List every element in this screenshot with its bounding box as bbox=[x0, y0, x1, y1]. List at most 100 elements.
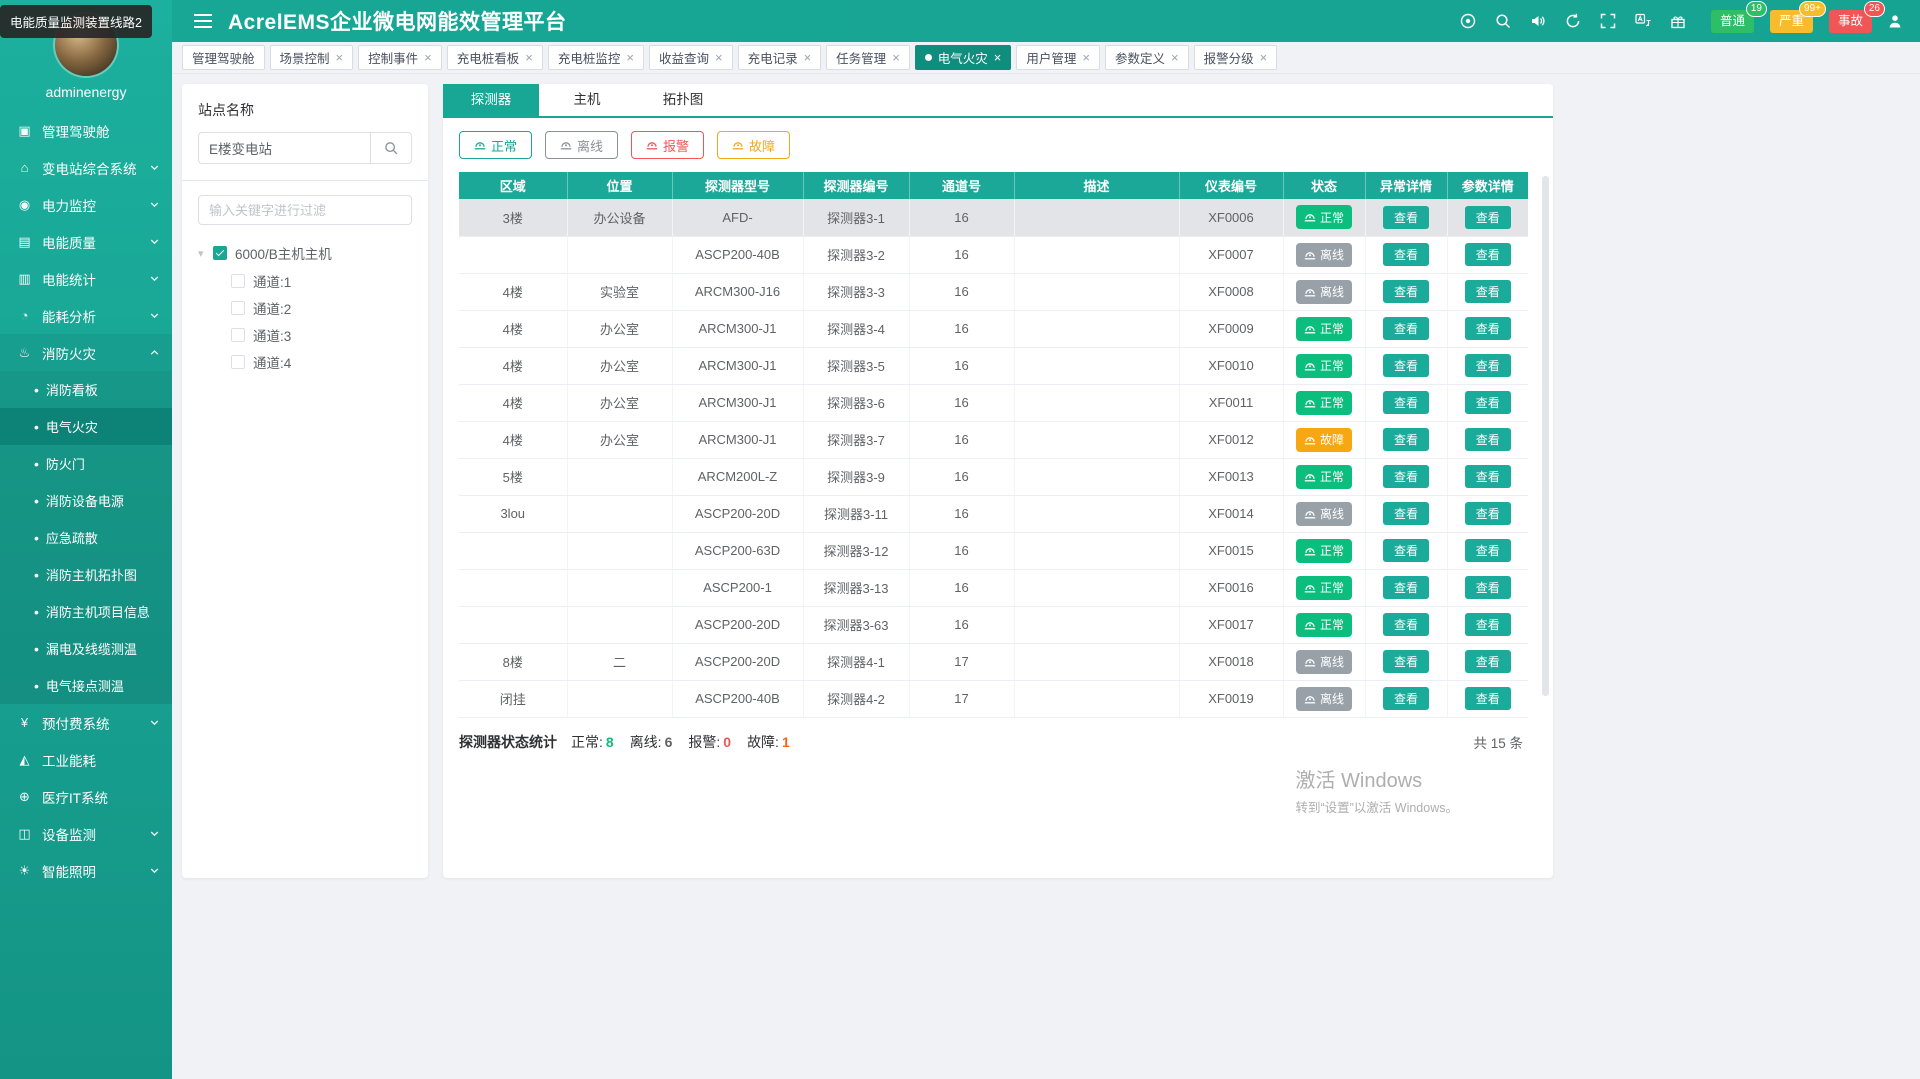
table-row[interactable]: 8楼二 ASCP200-20D 探测器4-1 17 XF0018 离线 查看 查看 bbox=[459, 643, 1528, 681]
param-view-button[interactable]: 查看 bbox=[1464, 391, 1511, 414]
sidebar-item-power-monitor[interactable]: ◉ 电力监控 bbox=[0, 186, 172, 223]
checkbox-unchecked[interactable] bbox=[231, 273, 245, 288]
close-icon[interactable]: × bbox=[804, 51, 812, 64]
sidebar-item-energy-analysis[interactable]: ◔ 能耗分析 bbox=[0, 297, 172, 334]
tab-alarm-grading[interactable]: 报警分级 × bbox=[1193, 45, 1278, 70]
alarm-badge-normal[interactable]: 普通 19 bbox=[1710, 0, 1767, 33]
filter-alarm-button[interactable]: 报警 bbox=[631, 131, 705, 159]
tab-scene-control[interactable]: 场景控制 × bbox=[269, 45, 354, 70]
param-view-button[interactable]: 查看 bbox=[1464, 354, 1511, 377]
tab-dashboard[interactable]: 管理驾驶舱 bbox=[182, 45, 265, 70]
tab-electric-fire[interactable]: 电气火灾 × bbox=[914, 45, 1012, 70]
content-tab-host[interactable]: 主机 bbox=[539, 84, 635, 116]
close-icon[interactable]: × bbox=[715, 51, 723, 64]
volume-icon[interactable] bbox=[1529, 12, 1547, 30]
anomaly-view-button[interactable]: 查看 bbox=[1382, 687, 1429, 710]
anomaly-view-button[interactable]: 查看 bbox=[1382, 391, 1429, 414]
close-icon[interactable]: × bbox=[626, 51, 634, 64]
tree-node-root[interactable]: ▾ 6000/B主机主机 bbox=[198, 239, 412, 267]
sidebar-subitem-fire-board[interactable]: • 消防看板 bbox=[0, 371, 172, 408]
param-view-button[interactable]: 查看 bbox=[1464, 613, 1511, 636]
close-icon[interactable]: × bbox=[336, 51, 344, 64]
table-row[interactable]: ASCP200-63D 探测器3-12 16 XF0015 正常 查看 查看 bbox=[459, 532, 1528, 570]
anomaly-view-button[interactable]: 查看 bbox=[1382, 280, 1429, 303]
table-row[interactable]: 闭挂 ASCP200-40B 探测器4-2 17 XF0019 离线 查看 查看 bbox=[459, 680, 1528, 718]
anomaly-view-button[interactable]: 查看 bbox=[1382, 354, 1429, 377]
table-row[interactable]: ASCP200-20D 探测器3-63 16 XF0017 正常 查看 查看 bbox=[459, 606, 1528, 644]
close-icon[interactable]: × bbox=[994, 51, 1002, 64]
filter-normal-button[interactable]: 正常 bbox=[459, 131, 533, 159]
param-view-button[interactable]: 查看 bbox=[1464, 280, 1511, 303]
anomaly-view-button[interactable]: 查看 bbox=[1382, 243, 1429, 266]
menu-toggle-icon[interactable] bbox=[194, 14, 212, 28]
sidebar-subitem-fire-equipment-power[interactable]: • 消防设备电源 bbox=[0, 482, 172, 519]
tree-filter-input[interactable] bbox=[198, 195, 412, 225]
tab-charger-board[interactable]: 充电桩看板 × bbox=[446, 45, 543, 70]
close-icon[interactable]: × bbox=[1082, 51, 1090, 64]
sidebar-subitem-fire-host-project-info[interactable]: • 消防主机项目信息 bbox=[0, 593, 172, 630]
tab-param-definition[interactable]: 参数定义 × bbox=[1105, 45, 1189, 70]
site-search-input[interactable] bbox=[198, 132, 370, 164]
sidebar-subitem-evacuation[interactable]: • 应急疏散 bbox=[0, 519, 172, 556]
tab-charge-records[interactable]: 充电记录 × bbox=[737, 45, 822, 70]
table-row[interactable]: 4楼 实验室 ARCM300-J16 探测器3-3 16 XF0008 离线 查看 查看 bbox=[459, 273, 1528, 311]
close-icon[interactable]: × bbox=[424, 51, 432, 64]
tab-charger-monitor[interactable]: 充电桩监控 × bbox=[547, 45, 644, 70]
tree-node-channel[interactable]: 通道:3 bbox=[198, 321, 412, 348]
tab-task-management[interactable]: 任务管理 × bbox=[826, 45, 910, 70]
param-view-button[interactable]: 查看 bbox=[1464, 650, 1511, 673]
anomaly-view-button[interactable]: 查看 bbox=[1382, 502, 1429, 525]
support-icon[interactable] bbox=[1459, 12, 1477, 30]
param-view-button[interactable]: 查看 bbox=[1464, 465, 1511, 488]
close-icon[interactable]: × bbox=[1171, 51, 1179, 64]
param-view-button[interactable]: 查看 bbox=[1464, 243, 1511, 266]
alarm-badge-severe[interactable]: 严重 99+ bbox=[1769, 0, 1826, 33]
anomaly-view-button[interactable]: 查看 bbox=[1382, 465, 1429, 488]
param-view-button[interactable]: 查看 bbox=[1464, 428, 1511, 451]
tree-node-channel[interactable]: 通道:2 bbox=[198, 294, 412, 321]
sidebar-subitem-fire-host-topology[interactable]: • 消防主机拓扑图 bbox=[0, 556, 172, 593]
sidebar-item-power-quality[interactable]: ▤ 电能质量 bbox=[0, 223, 172, 260]
anomaly-view-button[interactable]: 查看 bbox=[1382, 428, 1429, 451]
tab-user-management[interactable]: 用户管理 × bbox=[1016, 45, 1100, 70]
sidebar-item-substation[interactable]: ⌂ 变电站综合系统 bbox=[0, 149, 172, 186]
filter-fault-button[interactable]: 故障 bbox=[717, 131, 791, 159]
gift-icon[interactable] bbox=[1669, 12, 1687, 30]
table-row[interactable]: 4楼 办公室 ARCM300-J1 探测器3-7 16 XF0012 故障 查看 查看 bbox=[459, 421, 1528, 459]
table-row[interactable]: 4楼 办公室 ARCM300-J1 探测器3-5 16 XF0010 正常 查看 查看 bbox=[459, 347, 1528, 385]
caret-down-icon[interactable]: ▾ bbox=[198, 247, 208, 260]
sidebar-subitem-electric-fire[interactable]: • 电气火灾 bbox=[0, 408, 172, 445]
param-view-button[interactable]: 查看 bbox=[1464, 539, 1511, 562]
table-row[interactable]: ASCP200-40B 探测器3-2 16 XF0007 离线 查看 查看 bbox=[459, 236, 1528, 274]
checkbox-checked[interactable] bbox=[213, 246, 227, 260]
param-view-button[interactable]: 查看 bbox=[1464, 576, 1511, 599]
close-icon[interactable]: × bbox=[1260, 51, 1268, 64]
anomaly-view-button[interactable]: 查看 bbox=[1382, 650, 1429, 673]
content-tab-detector[interactable]: 探测器 bbox=[443, 84, 539, 116]
table-row[interactable]: 4楼 办公室 ARCM300-J1 探测器3-4 16 XF0009 正常 查看 查看 bbox=[459, 310, 1528, 348]
tab-control-events[interactable]: 控制事件 × bbox=[358, 45, 442, 70]
close-icon[interactable]: × bbox=[525, 51, 533, 64]
param-view-button[interactable]: 查看 bbox=[1464, 317, 1511, 340]
alarm-badge-accident[interactable]: 事故 26 bbox=[1828, 0, 1885, 33]
sidebar-item-medical-it[interactable]: ⊕ 医疗IT系统 bbox=[0, 778, 172, 815]
table-scrollbar[interactable] bbox=[1542, 176, 1549, 696]
refresh-icon[interactable] bbox=[1564, 12, 1582, 30]
fullscreen-icon[interactable] bbox=[1599, 12, 1617, 30]
sidebar-item-fire[interactable]: ♨ 消防火灾 bbox=[0, 334, 172, 371]
tree-node-channel[interactable]: 通道:1 bbox=[198, 267, 412, 294]
tab-revenue-query[interactable]: 收益查询 × bbox=[648, 45, 733, 70]
sidebar-item-industry-energy[interactable]: ◭ 工业能耗 bbox=[0, 741, 172, 778]
param-view-button[interactable]: 查看 bbox=[1464, 502, 1511, 525]
table-row[interactable]: ASCP200-1 探测器3-13 16 XF0016 正常 查看 查看 bbox=[459, 569, 1528, 607]
param-view-button[interactable]: 查看 bbox=[1464, 205, 1511, 229]
anomaly-view-button[interactable]: 查看 bbox=[1382, 613, 1429, 636]
sidebar-item-smart-lighting[interactable]: ☀ 智能照明 bbox=[0, 852, 172, 889]
tree-node-channel[interactable]: 通道:4 bbox=[198, 348, 412, 375]
table-row[interactable]: 3lou ASCP200-20D 探测器3-11 16 XF0014 离线 查看 查看 bbox=[459, 495, 1528, 533]
filter-offline-button[interactable]: 离线 bbox=[545, 131, 619, 159]
site-search-button[interactable] bbox=[370, 132, 412, 164]
anomaly-view-button[interactable]: 查看 bbox=[1382, 317, 1429, 340]
close-icon[interactable]: × bbox=[892, 51, 900, 64]
table-row[interactable]: 5楼 ARCM200L-Z 探测器3-9 16 XF0013 正常 查看 查看 bbox=[459, 458, 1528, 496]
